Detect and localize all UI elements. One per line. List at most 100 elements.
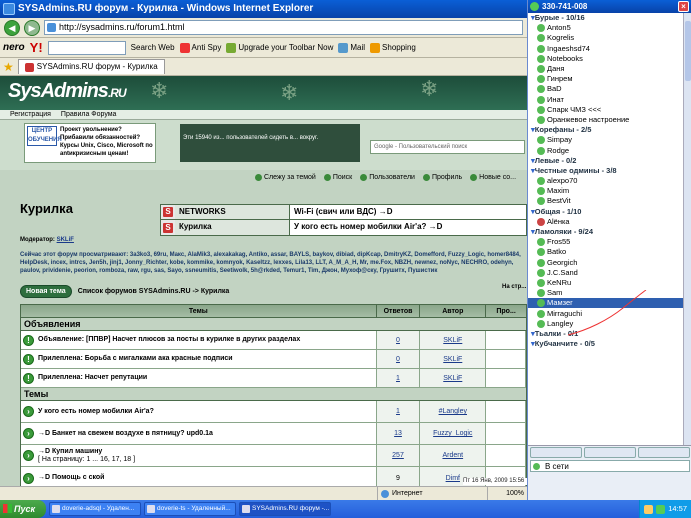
contact-item[interactable]: Fros55 — [528, 237, 691, 247]
tab-bar: ★ SYSAdmins.RU форум - Курилка — [0, 58, 527, 76]
topic-icon: ! — [23, 372, 34, 384]
antispy-button[interactable]: Anti Spy — [179, 42, 221, 53]
contact-group[interactable]: Честные одмины - 3/8 — [528, 166, 691, 176]
contact-name: Rodge — [547, 145, 570, 155]
table-row[interactable]: ! Объявление: [ППВР] Насчет плюсов за пос… — [21, 331, 526, 350]
contact-item[interactable]: Оранжевое настроение — [528, 115, 691, 125]
yahoo-icon[interactable]: Y! — [30, 40, 43, 55]
contact-item[interactable]: Спарк ЧМЗ <<< — [528, 105, 691, 115]
contact-item[interactable]: BestVit — [528, 196, 691, 206]
task-adsql[interactable]: doverie-adsql - Удален... — [49, 502, 141, 516]
site-logo[interactable]: SysAdmins.RU — [8, 80, 127, 103]
contact-item[interactable]: J.C.Sand — [528, 268, 691, 278]
table-row[interactable]: ! Прилеплена: Борьба с мигалками ака крас… — [21, 350, 526, 369]
contact-group[interactable]: Корефаны - 2/5 — [528, 125, 691, 135]
contact-item[interactable]: Rodge — [528, 145, 691, 155]
nero-logo[interactable]: nero — [3, 42, 25, 53]
contact-group[interactable]: Ламоляки - 9/24 — [528, 227, 691, 237]
contact-item[interactable]: Ingaeshsd74 — [528, 44, 691, 54]
link-users[interactable]: Пользователи — [360, 174, 415, 181]
page-nav[interactable]: На стр... — [502, 284, 526, 290]
site-header: SysAdmins.RU ❄ ❄ ❄ — [0, 76, 527, 110]
zoom-control[interactable]: 100% — [487, 487, 527, 500]
system-tray: 14:57 — [639, 500, 691, 518]
icq-add-button[interactable] — [584, 447, 636, 458]
start-button[interactable]: Пуск — [0, 500, 46, 518]
nav-rules[interactable]: Правила Форума — [61, 110, 117, 119]
icq-menu-button[interactable] — [530, 447, 582, 458]
contact-name: Kogrelis — [547, 33, 575, 43]
flower-status-icon — [537, 136, 545, 145]
shopping-button[interactable]: Shopping — [370, 42, 416, 53]
search-web-button[interactable]: Search Web — [131, 43, 175, 52]
nav-register[interactable]: Регистрация — [10, 110, 51, 119]
contact-item[interactable]: Batko — [528, 247, 691, 257]
contact-item[interactable]: Даня — [528, 64, 691, 74]
contact-item[interactable]: Alёнка — [528, 217, 691, 227]
table-row[interactable]: › →D Купил машину[ На страницу: 1 ... 16,… — [21, 445, 526, 467]
table-row[interactable]: › →D Помощь с ской 9 Dimf — [21, 467, 526, 486]
contact-item[interactable]: Anton5 — [528, 23, 691, 33]
last-post-date: Пт 16 Янв, 2009 15:56 — [463, 478, 527, 485]
link-profile[interactable]: Профиль — [422, 174, 462, 181]
contact-name: ВаD — [547, 84, 562, 94]
back-button[interactable]: ◀ — [4, 19, 20, 36]
tray-icon[interactable] — [644, 504, 654, 514]
topic-icon: › — [23, 428, 34, 439]
tab-forum[interactable]: SYSAdmins.RU форум - Курилка — [17, 59, 165, 74]
contact-item[interactable]: Notebooks — [528, 54, 691, 64]
flower-status-icon — [537, 85, 545, 94]
bullet-icon — [422, 174, 430, 181]
contact-item[interactable]: Georgich — [528, 258, 691, 268]
contact-item[interactable]: Kogrelis — [528, 33, 691, 43]
table-row[interactable]: ! Прилеплена: Насчет репутации 1 SKLiF — [21, 369, 526, 388]
browsing-users: Сейчас этот форум просматривают: 3a3ko3,… — [20, 252, 521, 274]
contact-item[interactable]: ВаD — [528, 84, 691, 94]
contact-group[interactable]: Бурые - 10/16 — [528, 13, 691, 23]
contact-item[interactable]: Simpay — [528, 135, 691, 145]
close-icon[interactable]: × — [678, 1, 689, 12]
scrollbar-thumb[interactable] — [685, 21, 691, 81]
toolbar-search-input[interactable] — [47, 40, 126, 55]
contact-item[interactable]: Maxim — [528, 186, 691, 196]
contact-name: Ingaeshsd74 — [547, 43, 590, 53]
quick-row[interactable]: S NETWORKS Wi-Fi (свич или ВДС) →D — [161, 205, 526, 220]
flower-status-icon — [537, 309, 545, 318]
link-new[interactable]: Новые со... — [470, 174, 516, 181]
contact-group[interactable]: Общая - 1/10 — [528, 207, 691, 217]
banner-text: Проект увольнение? Прибавили обязанносте… — [60, 127, 153, 157]
flower-status-icon — [537, 177, 545, 186]
task-forum[interactable]: SYSAdmins.RU форум -... — [239, 502, 331, 516]
moderator-link[interactable]: SKLiF — [57, 237, 74, 243]
breadcrumb[interactable]: Список форумов SYSAdmins.RU -> Курилка — [78, 288, 230, 295]
ad-banner[interactable]: ЦЕНТР ОБУЧЕНИЯ Проект увольнение? Прибав… — [24, 123, 156, 163]
icq-status-select[interactable]: В сети — [530, 460, 690, 472]
scrollbar[interactable] — [683, 13, 691, 445]
contact-item[interactable]: Гинрем — [528, 74, 691, 84]
ie-icon — [3, 3, 15, 15]
contact-group[interactable]: Левые - 0/2 — [528, 156, 691, 166]
status-bar: Интернет 100% — [0, 486, 527, 500]
address-input[interactable]: http://sysadmins.ru/forum1.html — [44, 20, 523, 35]
site-favicon — [24, 62, 34, 72]
favorites-star-icon[interactable]: ★ — [3, 60, 14, 74]
google-search-input[interactable]: Google - Пользовательский поиск — [370, 140, 525, 154]
contact-item[interactable]: Инат — [528, 95, 691, 105]
upgrade-toolbar-button[interactable]: Upgrade your Toolbar Now — [226, 42, 333, 53]
new-topic-button[interactable]: Новая тема — [20, 285, 72, 298]
table-row[interactable]: › У кого есть номер мобилки Air'a? 1 #Lan… — [21, 401, 526, 423]
tray-icon[interactable] — [656, 504, 666, 514]
contact-item[interactable]: alexpo70 — [528, 176, 691, 186]
contact-item[interactable]: KeNRu — [528, 278, 691, 288]
quick-row[interactable]: S Курилка У кого есть номер мобилки Air'… — [161, 220, 526, 235]
contact-name: alexpo70 — [547, 176, 578, 186]
forward-button[interactable]: ▶ — [24, 19, 40, 36]
mail-button[interactable]: Mail — [338, 42, 365, 53]
link-search[interactable]: Поиск — [323, 174, 352, 181]
icq-settings-button[interactable] — [638, 447, 690, 458]
task-ts[interactable]: doverie-ts - Удаленный... — [144, 502, 236, 516]
web-page: SysAdmins.RU ❄ ❄ ❄ Регистрация Правила Ф… — [0, 76, 527, 486]
table-row[interactable]: › →D Банкет на свежем воздухе в пятницу? … — [21, 423, 526, 445]
link-watched[interactable]: Слежу за темой — [255, 174, 316, 181]
snowflake-icon: ❄ — [280, 80, 299, 105]
